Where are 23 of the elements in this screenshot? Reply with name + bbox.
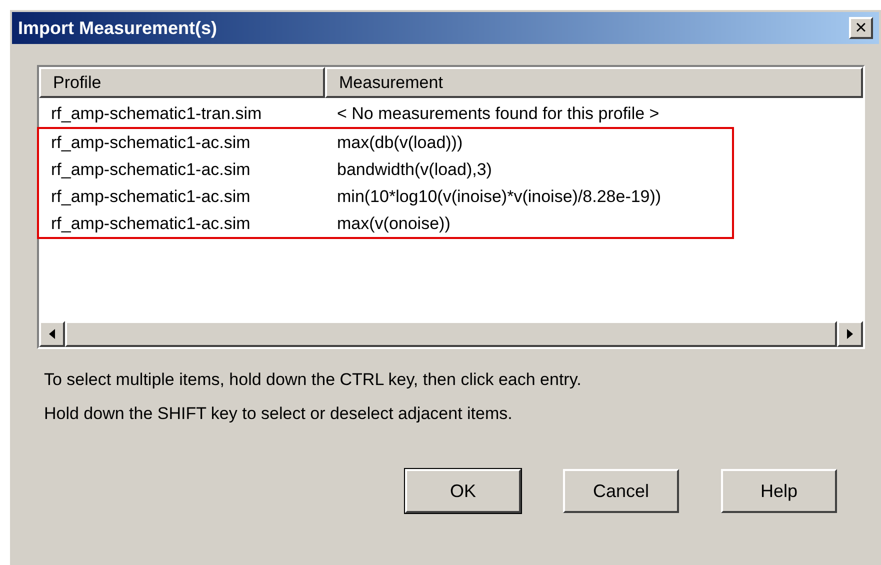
hint-text: To select multiple items, hold down the CTRL key, then click each entry. bbox=[44, 369, 582, 391]
hint-text: Hold down the SHIFT key to select or deselect adjacent items. bbox=[44, 403, 514, 425]
dialog-button[interactable]: Help bbox=[721, 469, 837, 513]
profile-cell-text: rf_amp-schematic1-ac.sim bbox=[50, 132, 252, 154]
measurement-cell-text: bandwidth(v(load),3) bbox=[336, 158, 492, 181]
dialog-button[interactable]: Cancel bbox=[563, 469, 679, 513]
left-arrow-icon bbox=[49, 329, 55, 339]
profile-cell-text: rf_amp-schematic1-tran.sim bbox=[50, 102, 263, 125]
measurement-cell-text: < No measurements found for this profile > bbox=[336, 102, 660, 125]
column-header[interactable]: Measurement bbox=[325, 67, 863, 98]
column-header[interactable]: Profile bbox=[39, 67, 325, 98]
window-title: Import Measurement(s) bbox=[18, 16, 218, 40]
measurement-cell-text: max(db(v(load))) bbox=[336, 132, 463, 154]
right-arrow-icon bbox=[847, 329, 853, 339]
profile-cell-text: rf_amp-schematic1-ac.sim bbox=[50, 158, 252, 181]
scroll-left-button[interactable] bbox=[39, 321, 65, 347]
profile-cell-text: rf_amp-schematic1-ac.sim bbox=[50, 186, 252, 208]
dialog-button[interactable]: OK bbox=[405, 469, 521, 513]
profile-cell-text: rf_amp-schematic1-ac.sim bbox=[50, 212, 252, 235]
scroll-right-button[interactable] bbox=[837, 321, 863, 347]
measurement-cell-text: min(10*log10(v(inoise)*v(inoise)/8.28e-19)) bbox=[336, 186, 662, 208]
measurement-cell-text: max(v(onoise)) bbox=[336, 212, 450, 235]
close-button[interactable]: × bbox=[849, 17, 873, 39]
